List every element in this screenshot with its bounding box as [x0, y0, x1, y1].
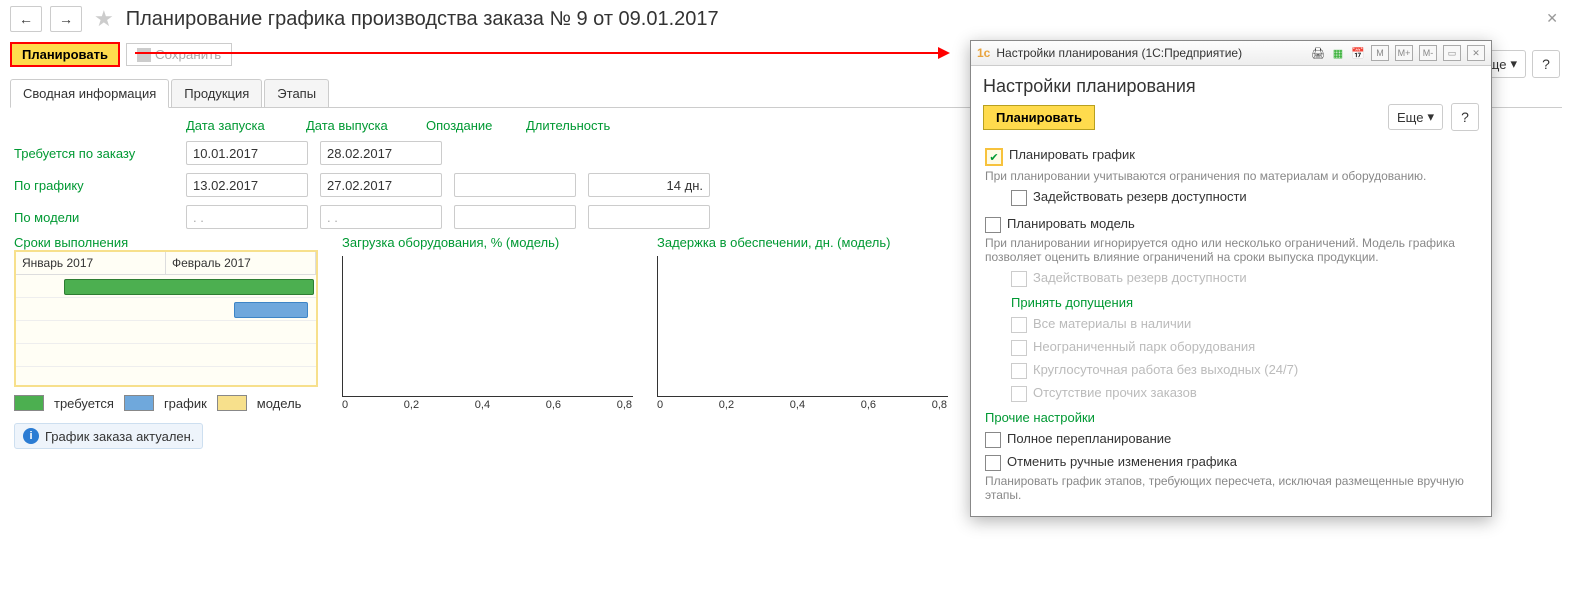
hint3: Планировать график этапов, требующих пер… [985, 474, 1477, 502]
chk-materials [1011, 317, 1027, 333]
mod-dur[interactable] [588, 205, 710, 229]
legend-mod: модель [257, 396, 302, 411]
m-button[interactable]: M [1371, 45, 1389, 61]
favorite-icon[interactable]: ★ [94, 6, 114, 32]
disk-icon [137, 48, 151, 62]
tab-summary[interactable]: Сводная информация [10, 79, 169, 108]
forward-button[interactable]: → [50, 6, 82, 32]
col-duration: Длительность [526, 118, 626, 133]
load-ticks: 00,20,40,60,8 [342, 399, 632, 411]
tab-products[interactable]: Продукция [171, 79, 262, 107]
group-assumptions: Принять допущения [1011, 295, 1477, 310]
col-delay: Опоздание [426, 118, 526, 133]
back-button[interactable]: ← [10, 6, 42, 32]
chk-reserve2 [1011, 271, 1027, 287]
chk-equipment [1011, 340, 1027, 356]
chk-noorders [1011, 386, 1027, 402]
lbl-cancel-manual: Отменить ручные изменения графика [1007, 454, 1237, 469]
plan-button[interactable]: Планировать [10, 42, 120, 67]
col-end: Дата выпуска [306, 118, 426, 133]
page-title: Планирование графика производства заказа… [126, 8, 719, 31]
req-end[interactable]: 28.02.2017 [320, 141, 442, 165]
calc-icon[interactable]: ▦ [1331, 46, 1345, 60]
status-bar: i График заказа актуален. [14, 423, 203, 449]
chk-plan-schedule[interactable]: ✔ [985, 148, 1003, 166]
lbl-plan-model: Планировать модель [1007, 216, 1135, 231]
legend-sw-mod [217, 395, 247, 411]
legend-sw-req [14, 395, 44, 411]
save-button: Сохранить [126, 43, 232, 66]
help-button-main[interactable]: ? [1532, 50, 1560, 78]
minimize-icon[interactable]: ▭ [1443, 45, 1461, 61]
lbl-reserve1: Задействовать резерв доступности [1033, 189, 1247, 204]
load-chart [342, 256, 633, 397]
legend-sw-sch [124, 395, 154, 411]
sec-load: Загрузка оборудования, % (модель) [342, 235, 633, 250]
row-schedule: По графику [14, 178, 186, 193]
popup-more-button[interactable]: Еще▾ [1388, 104, 1443, 130]
popup-help-button[interactable]: ? [1451, 103, 1479, 131]
lbl-reserve2: Задействовать резерв доступности [1033, 270, 1247, 285]
lbl-equipment: Неограниченный парк оборудования [1033, 339, 1255, 354]
lbl-plan-schedule: Планировать график [1009, 147, 1135, 162]
close-icon[interactable]: ✕ [1546, 10, 1558, 27]
delay-chart [657, 256, 948, 397]
save-label: Сохранить [155, 47, 221, 62]
chk-plan-model[interactable] [985, 217, 1001, 233]
lbl-247: Круглосуточная работа без выходных (24/7… [1033, 362, 1298, 377]
req-start[interactable]: 10.01.2017 [186, 141, 308, 165]
sch-dur[interactable]: 14 дн. [588, 173, 710, 197]
mminus-button[interactable]: M- [1419, 45, 1437, 61]
gantt-month2: Февраль 2017 [166, 252, 316, 274]
row-required: Требуется по заказу [14, 146, 186, 161]
mod-start[interactable]: . . [186, 205, 308, 229]
sch-start[interactable]: 13.02.2017 [186, 173, 308, 197]
chk-cancel-manual[interactable] [985, 455, 1001, 471]
app-icon: 1c [977, 46, 990, 60]
info-icon: i [23, 428, 39, 444]
col-start: Дата запуска [186, 118, 306, 133]
bar-schedule [234, 302, 308, 318]
sec-timeline: Сроки выполнения [14, 235, 318, 250]
mod-delay[interactable] [454, 205, 576, 229]
popup-close-icon[interactable]: ✕ [1467, 45, 1485, 61]
legend-req: требуется [54, 396, 114, 411]
hint1: При планировании учитываются ограничения… [985, 169, 1477, 183]
lbl-materials: Все материалы в наличии [1033, 316, 1191, 331]
popup-window-title: Настройки планирования (1С:Предприятие) [996, 46, 1242, 60]
chk-247 [1011, 363, 1027, 379]
popup-plan-button[interactable]: Планировать [983, 105, 1095, 130]
legend-sch: график [164, 396, 207, 411]
calendar-icon[interactable]: 📅 [1351, 46, 1365, 60]
print-icon[interactable]: 🖨 [1311, 46, 1325, 60]
popup-title: Настройки планирования [971, 66, 1491, 103]
chk-full-replan[interactable] [985, 432, 1001, 448]
delay-ticks: 00,20,40,60,8 [657, 399, 947, 411]
settings-popup: 1c Настройки планирования (1С:Предприяти… [970, 40, 1492, 517]
annotation-arrow [135, 52, 942, 54]
gantt-month1: Январь 2017 [16, 252, 166, 274]
group-other: Прочие настройки [985, 410, 1477, 425]
lbl-noorders: Отсутствие прочих заказов [1033, 385, 1197, 400]
sch-delay[interactable] [454, 173, 576, 197]
bar-required [64, 279, 314, 295]
row-model: По модели [14, 210, 186, 225]
mplus-button[interactable]: M+ [1395, 45, 1413, 61]
sch-end[interactable]: 27.02.2017 [320, 173, 442, 197]
mod-end[interactable]: . . [320, 205, 442, 229]
chk-reserve1[interactable] [1011, 190, 1027, 206]
hint2: При планировании игнорируется одно или н… [985, 236, 1477, 264]
tab-stages[interactable]: Этапы [264, 79, 329, 107]
sec-delay: Задержка в обеспечении, дн. (модель) [657, 235, 948, 250]
lbl-full-replan: Полное перепланирование [1007, 431, 1171, 446]
status-text: График заказа актуален. [45, 429, 194, 444]
gantt-chart: Январь 2017 Февраль 2017 [14, 250, 318, 387]
